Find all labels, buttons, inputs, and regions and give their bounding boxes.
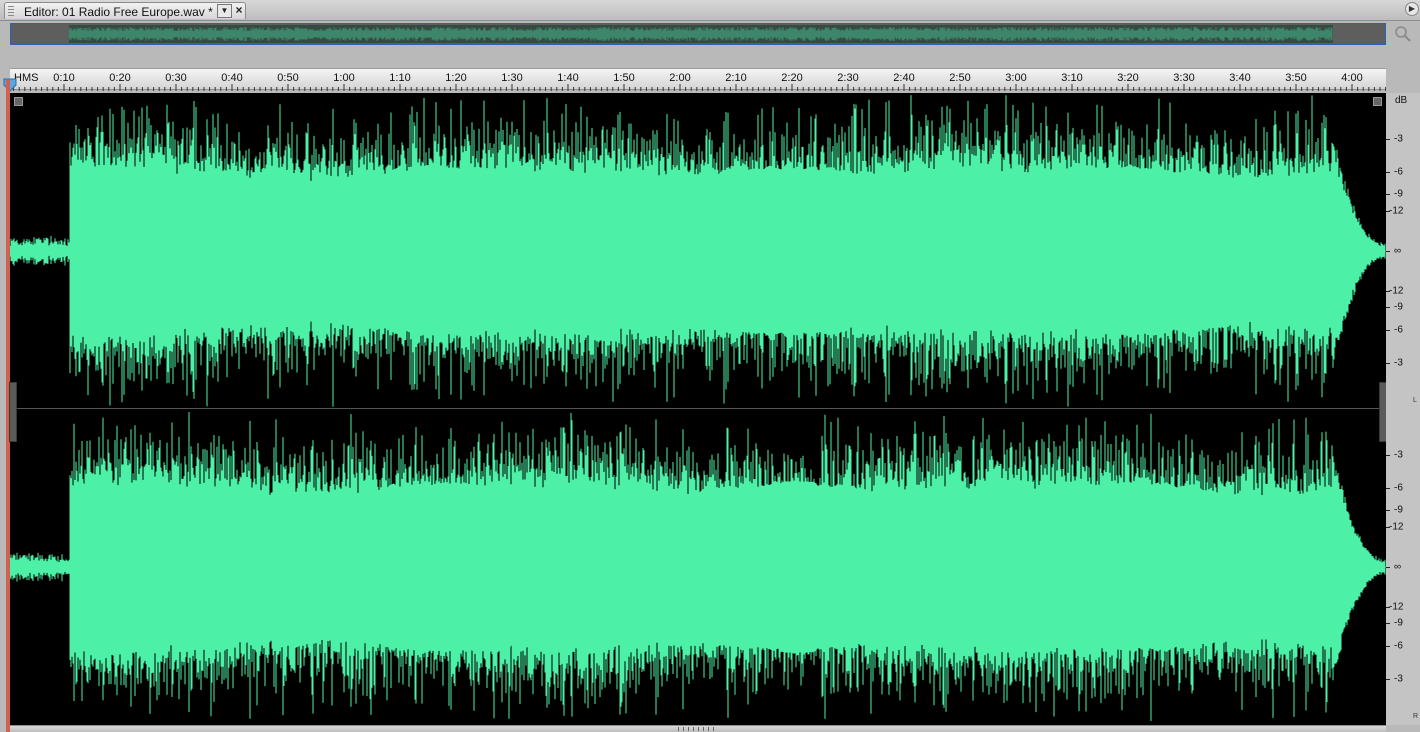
db-label: -3 xyxy=(1394,357,1403,369)
left-channel-resize-handle[interactable] xyxy=(9,382,17,442)
selection-end-marker-icon[interactable] xyxy=(1373,97,1382,106)
ruler-label: 3:40 xyxy=(1229,72,1251,84)
overview-navigator[interactable] xyxy=(10,23,1386,45)
db-label: -6 xyxy=(1394,324,1403,336)
ruler-label: 0:20 xyxy=(109,72,131,84)
overview-waveform xyxy=(69,27,1333,41)
magnifier-icon[interactable] xyxy=(1394,25,1412,43)
ruler-label: 2:50 xyxy=(949,72,971,84)
ruler-label: 3:00 xyxy=(1005,72,1027,84)
db-label: -9 xyxy=(1394,504,1403,516)
ruler-unit-label: HMS xyxy=(14,72,39,84)
db-label: -9 xyxy=(1394,301,1403,313)
horizontal-scrollbar[interactable] xyxy=(10,725,1386,732)
panel-menu-arrow-icon[interactable]: ▶ xyxy=(1405,2,1419,16)
db-label: -9 xyxy=(1394,188,1403,200)
overview-visible-range[interactable] xyxy=(69,25,1333,43)
editor-tab[interactable]: Editor: 01 Radio Free Europe.wav * ▼ × xyxy=(4,2,246,19)
ruler-label: 3:10 xyxy=(1061,72,1083,84)
ruler-label: 1:50 xyxy=(613,72,635,84)
ruler-label: 2:00 xyxy=(669,72,691,84)
db-label: ∞ xyxy=(1394,245,1402,257)
scrollbar-grip-icon[interactable] xyxy=(678,727,718,731)
time-ruler[interactable]: HMS 0:10 0:20 0:30 0:40 0:50 1:00 1:10 1:20 1:30… xyxy=(10,68,1386,91)
db-label: -3 xyxy=(1394,133,1403,145)
db-label: -12 xyxy=(1389,205,1404,217)
db-label: -6 xyxy=(1394,166,1403,178)
tab-grip-icon[interactable] xyxy=(8,6,14,16)
selection-start-marker-icon[interactable] xyxy=(14,97,23,106)
ruler-label: 1:40 xyxy=(557,72,579,84)
ruler-label: 2:20 xyxy=(781,72,803,84)
ruler-label: 0:30 xyxy=(165,72,187,84)
ruler-label: 1:10 xyxy=(389,72,411,84)
db-label: -12 xyxy=(1389,285,1404,297)
db-label: -12 xyxy=(1389,601,1404,613)
ruler-label: 4:00 xyxy=(1341,72,1363,84)
db-label: -6 xyxy=(1394,640,1403,652)
ruler-label: 2:30 xyxy=(837,72,859,84)
ruler-label: 2:40 xyxy=(893,72,915,84)
tab-menu-dropdown-icon[interactable]: ▼ xyxy=(217,4,232,18)
db-label: -6 xyxy=(1394,482,1403,494)
db-unit-label: dB xyxy=(1395,95,1408,106)
tab-close-icon[interactable]: × xyxy=(233,3,245,17)
panel-tab-bar: Editor: 01 Radio Free Europe.wav * ▼ × ▶ xyxy=(0,0,1420,21)
db-scale: dB -3 -6 -9 -12 ∞ -12 -9 -6 -3 -3 -6 -9 -12 ∞ -12 -9 -6 -… xyxy=(1386,93,1420,725)
channel-waveform-body xyxy=(70,480,1330,654)
ruler-label: 3:50 xyxy=(1285,72,1307,84)
db-label: ∞ xyxy=(1394,561,1402,573)
ruler-label: 3:30 xyxy=(1173,72,1195,84)
ruler-label: 1:00 xyxy=(333,72,355,84)
db-label: -3 xyxy=(1394,673,1403,685)
ruler-label: 1:20 xyxy=(445,72,467,84)
db-label: -12 xyxy=(1389,521,1404,533)
stereo-waveform xyxy=(10,95,1386,721)
db-label: -9 xyxy=(1394,617,1403,629)
ruler-label: 0:40 xyxy=(221,72,243,84)
ruler-label: 2:10 xyxy=(725,72,747,84)
channel-waveform-body xyxy=(70,164,1330,338)
db-label: -3 xyxy=(1394,449,1403,461)
ruler-label: 0:10 xyxy=(53,72,75,84)
channel-label-right: R xyxy=(1413,713,1419,720)
editor-tab-title: Editor: 01 Radio Free Europe.wav * xyxy=(24,5,213,19)
channel-label-left: L xyxy=(1413,397,1417,404)
ruler-label: 0:50 xyxy=(277,72,299,84)
ruler-label: 1:30 xyxy=(501,72,523,84)
ruler-label: 3:20 xyxy=(1117,72,1139,84)
waveform-display[interactable] xyxy=(10,93,1386,725)
overview-waveform-path xyxy=(69,27,1333,41)
